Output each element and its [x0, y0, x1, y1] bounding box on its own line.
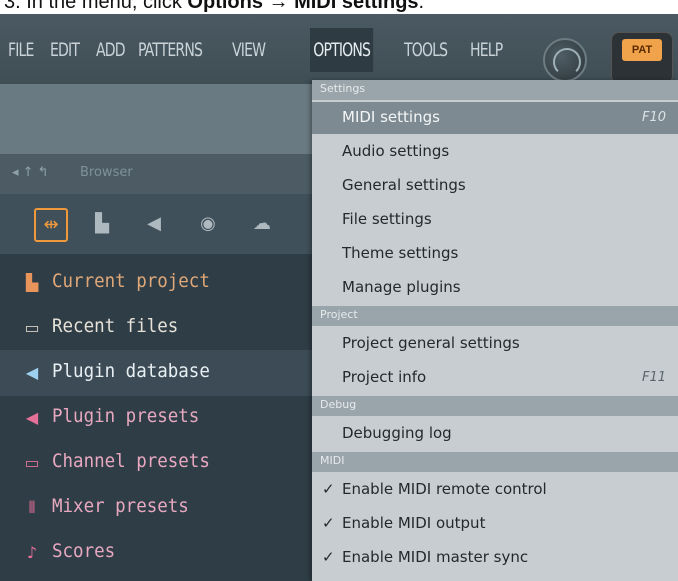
browser-item-label: Plugin presets: [52, 405, 200, 427]
menu-item-enable-midi-master-sync[interactable]: ✓ Enable MIDI master sync: [312, 542, 678, 574]
pat-label: PAT: [622, 39, 662, 61]
browser-item-recent-files[interactable]: ▭ Recent files: [0, 305, 312, 351]
menu-file[interactable]: FILE: [8, 34, 34, 66]
browser-item-label: Scores: [52, 540, 116, 562]
pattern-song-toggle[interactable]: PAT: [611, 32, 673, 84]
browser-list: ▙ Current project ▭ Recent files ◀ Plugin dat…: [0, 254, 312, 581]
instruction-caption: 3. In the menu, click Options → MIDI set…: [0, 0, 678, 14]
menu-section-settings: Settings: [312, 80, 678, 100]
caption-midi-settings: MIDI settings: [294, 0, 419, 13]
checkmark-icon: ✓: [322, 548, 335, 566]
browser-plugins-icon[interactable]: ◀: [142, 212, 166, 236]
menu-item-label: Enable MIDI remote control: [342, 480, 547, 498]
menu-section-project: Project: [312, 306, 678, 326]
menu-item-label: MIDI settings: [342, 108, 440, 126]
browser-all-icon[interactable]: ⇹: [34, 208, 68, 242]
browser-item-scores[interactable]: ♪ Scores: [0, 530, 312, 576]
caption-separator: →: [262, 0, 295, 13]
menu-item-label: Manage plugins: [342, 278, 461, 296]
menu-item-label: Enable MIDI master sync: [342, 548, 529, 566]
menu-patterns[interactable]: PATTERNS: [138, 34, 203, 66]
checkmark-icon: ✓: [322, 514, 335, 532]
menu-item-project-general-settings[interactable]: Project general settings: [312, 328, 678, 360]
browser-item-plugin-presets[interactable]: ◀ Plugin presets: [0, 395, 312, 441]
browser-item-mixer-presets[interactable]: ⫴ Mixer presets: [0, 485, 312, 531]
menu-item-general-settings[interactable]: General settings: [312, 170, 678, 202]
menu-add[interactable]: ADD: [96, 34, 126, 66]
menu-item-manage-plugins[interactable]: Manage plugins: [312, 272, 678, 304]
browser-title: Browser: [80, 165, 133, 180]
menu-item-project-info[interactable]: Project info F11: [312, 362, 678, 394]
browser-item-label: Recent files: [52, 315, 179, 337]
menu-section-debug: Debug: [312, 396, 678, 416]
menu-item-label: Project general settings: [342, 334, 520, 352]
mixer-presets-icon: ⫴: [28, 498, 36, 517]
section-title: Debug: [320, 398, 357, 411]
current-project-icon: ▙: [25, 273, 39, 292]
recent-files-icon: ▭: [24, 318, 40, 337]
browser-item-label: Current project: [52, 270, 210, 292]
browser-toolbar: ⇹ ▙ ◀ ◉ ☁: [0, 194, 312, 254]
master-volume-knob[interactable]: [543, 38, 587, 82]
menu-item-label: File settings: [342, 210, 432, 228]
menu-item-label: Debugging log: [342, 424, 452, 442]
section-title: Settings: [320, 82, 366, 95]
menu-item-enable-midi-remote-control[interactable]: ✓ Enable MIDI remote control: [312, 474, 678, 506]
plugin-presets-icon: ◀: [25, 408, 39, 427]
menu-item-label: General settings: [342, 176, 466, 194]
menu-view[interactable]: VIEW: [232, 34, 266, 66]
menu-item-label: Theme settings: [342, 244, 459, 262]
browser-cloud-icon[interactable]: ☁: [250, 212, 274, 236]
browser-files-icon[interactable]: ▙: [90, 212, 114, 236]
menu-item-file-settings[interactable]: File settings: [312, 204, 678, 236]
menu-item-enable-midi-output[interactable]: ✓ Enable MIDI output: [312, 508, 678, 540]
options-dropdown: Settings MIDI settings F10 Audio settings Ge…: [312, 80, 678, 581]
menu-section-midi: MIDI: [312, 452, 678, 472]
toolbar-area: [0, 84, 312, 154]
menu-item-shortcut: F11: [641, 370, 666, 385]
caption-options: Options: [187, 0, 263, 13]
menu-tools[interactable]: TOOLS: [404, 34, 448, 66]
menu-edit[interactable]: EDIT: [50, 34, 80, 66]
plugin-database-icon: ◀: [25, 363, 39, 382]
menu-bar: FILE EDIT ADD PATTERNS VIEW OPTIONS TOOL…: [0, 14, 678, 84]
browser-item-label: Channel presets: [52, 450, 210, 472]
browser-header: ◂ ↑ ↰ Browser: [0, 154, 312, 194]
browser-item-current-project[interactable]: ▙ Current project: [0, 260, 312, 306]
scores-icon: ♪: [26, 543, 38, 562]
browser-item-plugin-database[interactable]: ◀ Plugin database: [0, 350, 312, 396]
caption-suffix: .: [418, 0, 425, 13]
menu-item-midi-settings[interactable]: MIDI settings F10: [312, 102, 678, 134]
menu-item-audio-settings[interactable]: Audio settings: [312, 136, 678, 168]
menu-item-shortcut: F10: [641, 110, 666, 125]
browser-item-label: Plugin database: [52, 360, 210, 382]
menu-item-label: Enable MIDI output: [342, 514, 486, 532]
checkmark-icon: ✓: [322, 480, 335, 498]
menu-item-theme-settings[interactable]: Theme settings: [312, 238, 678, 270]
browser-item-channel-presets[interactable]: ▭ Channel presets: [0, 440, 312, 486]
section-title: Project: [320, 308, 358, 321]
menu-item-label: Project info: [342, 368, 427, 386]
section-title: MIDI: [320, 454, 345, 467]
channel-presets-icon: ▭: [24, 453, 40, 472]
menu-item-debugging-log[interactable]: Debugging log: [312, 418, 678, 450]
menu-help[interactable]: HELP: [470, 34, 503, 66]
caption-prefix: 3. In the menu, click: [4, 0, 188, 13]
browser-world-icon[interactable]: ◉: [196, 212, 220, 236]
menu-options[interactable]: OPTIONS: [310, 28, 374, 72]
browser-nav-icons[interactable]: ◂ ↑ ↰: [12, 165, 49, 180]
browser-item-label: Mixer presets: [52, 495, 189, 517]
menu-item-label: Audio settings: [342, 142, 450, 160]
